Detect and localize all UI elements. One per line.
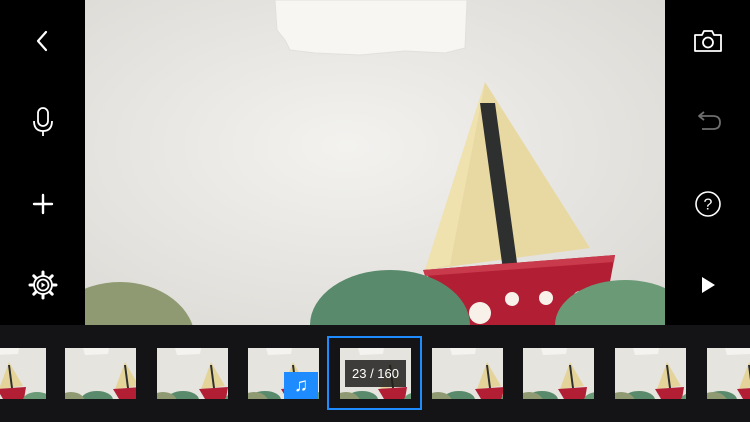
back-icon	[36, 30, 47, 52]
play-icon	[701, 277, 715, 293]
right-toolbar: ?	[665, 0, 750, 325]
frame-thumbnail	[707, 348, 750, 399]
back-button[interactable]	[0, 11, 85, 71]
settings-icon	[28, 270, 57, 300]
frame-thumbnail	[0, 348, 46, 399]
left-toolbar	[0, 0, 85, 325]
frame-thumbnail	[157, 348, 228, 399]
undo-icon	[697, 111, 721, 130]
record-audio-button[interactable]	[0, 92, 85, 152]
timeline-frame[interactable]	[432, 348, 503, 399]
frame-thumbnail	[65, 348, 136, 399]
frame-preview[interactable]	[85, 0, 665, 325]
timeline-frame[interactable]	[615, 348, 686, 399]
camera-icon	[693, 30, 722, 52]
timeline-frame[interactable]	[65, 348, 136, 399]
music-note-icon: ♫	[293, 374, 309, 396]
timeline-frame[interactable]	[707, 348, 750, 399]
frame-thumbnail	[523, 348, 594, 399]
timeline-frame[interactable]	[157, 348, 228, 399]
help-glyph: ?	[703, 197, 712, 214]
timeline-frame[interactable]	[0, 348, 46, 399]
settings-button[interactable]	[0, 255, 85, 315]
undo-button[interactable]	[665, 92, 750, 152]
frame-counter: 23 / 160	[345, 360, 406, 387]
help-button[interactable]: ?	[665, 174, 750, 234]
camera-button[interactable]	[665, 11, 750, 71]
play-button[interactable]	[665, 255, 750, 315]
help-icon: ?	[694, 191, 721, 217]
preview-image	[85, 0, 665, 325]
music-marker[interactable]: ♫	[284, 372, 318, 399]
add-button[interactable]	[0, 174, 85, 234]
add-icon	[32, 193, 53, 215]
timeline-frame[interactable]	[523, 348, 594, 399]
frame-thumbnail	[432, 348, 503, 399]
microphone-icon	[32, 107, 53, 136]
frame-thumbnail	[615, 348, 686, 399]
